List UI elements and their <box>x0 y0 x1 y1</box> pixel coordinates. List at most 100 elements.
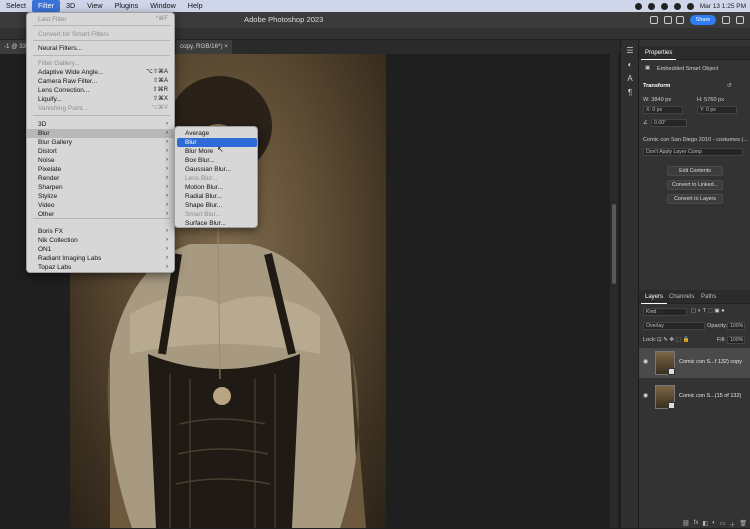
menu-item-label: Neural Filters... <box>38 45 83 52</box>
menu-item-label: Motion Blur... <box>185 184 223 191</box>
menu-help[interactable]: Help <box>182 0 209 12</box>
panel-icon-strip: ☰ ◐ A ¶ <box>620 40 638 528</box>
layer-kind-filter[interactable]: Kind <box>643 308 687 316</box>
filter-menu-item: Filter Gallery... <box>27 59 174 68</box>
filter-menu-item[interactable]: Video › <box>27 201 174 210</box>
blur-menu-item[interactable]: Surface Blur... <box>175 219 257 228</box>
vertical-scrollbar[interactable] <box>610 54 618 528</box>
layer-style-icon[interactable]: fx <box>694 520 699 528</box>
lock-label: Lock: <box>643 337 657 343</box>
menu-select[interactable]: Select <box>0 0 32 12</box>
blur-menu-item[interactable]: Average <box>175 129 257 138</box>
y-field[interactable]: Y: 0 px <box>697 106 737 114</box>
filter-menu-item[interactable]: Other › <box>27 210 174 219</box>
delete-layer-icon[interactable]: 🗑 <box>739 520 747 528</box>
filter-menu-item[interactable]: ON1 › <box>27 245 174 254</box>
filter-menu-item[interactable]: Pixelate › <box>27 165 174 174</box>
blur-menu-item[interactable]: Gaussian Blur... <box>175 165 257 174</box>
blur-menu-item[interactable]: Motion Blur... <box>175 183 257 192</box>
visibility-eye-icon[interactable]: ◉ <box>643 393 649 399</box>
status-icon[interactable] <box>660 2 668 10</box>
filter-menu-item[interactable]: Camera Raw Filter... ⇧⌘A <box>27 77 174 86</box>
x-field[interactable]: X: 0 px <box>643 106 683 114</box>
blur-menu-item[interactable]: Radial Blur... <box>175 192 257 201</box>
height-value[interactable]: H: 5760 px <box>697 97 724 103</box>
edit-contents-button[interactable]: Edit Contents <box>667 166 723 176</box>
workspace-icon[interactable] <box>664 16 672 24</box>
menu-item-label: Other <box>38 211 55 218</box>
control-center-icon[interactable] <box>686 2 694 10</box>
search-icon[interactable] <box>650 16 658 24</box>
cloud-icon[interactable] <box>676 16 684 24</box>
menu-clock[interactable]: Mar 13 1:25 PM <box>700 3 746 10</box>
status-icon[interactable] <box>647 2 655 10</box>
blur-menu-item[interactable]: Blur More <box>175 147 257 156</box>
adjustments-panel-icon[interactable]: ◐ <box>625 60 635 70</box>
layer-name[interactable]: Comic con S...(15 of 132) <box>679 393 741 399</box>
menu-3d[interactable]: 3D <box>60 0 81 12</box>
search-icon[interactable] <box>722 16 730 24</box>
tab-properties[interactable]: Properties <box>641 46 677 60</box>
filter-menu-item[interactable]: Distort › <box>27 147 174 156</box>
layer-thumbnail[interactable] <box>655 385 675 409</box>
share-button[interactable]: Share <box>690 15 716 25</box>
layer-row[interactable]: ◉ Comic con S...(15 of 132) <box>639 382 750 412</box>
properties-panel-icon[interactable]: ☰ <box>625 46 635 56</box>
visibility-eye-icon[interactable]: ◉ <box>643 359 649 365</box>
layer-comp-select[interactable]: Don't Apply Layer Comp <box>643 148 743 156</box>
fill-label: Fill: <box>717 337 726 343</box>
menu-shortcut: ⇧⌘A <box>152 78 168 84</box>
filter-menu-item[interactable]: Blur › <box>27 129 174 138</box>
filter-menu-item[interactable]: Topaz Labs › <box>27 263 174 272</box>
document-tab-active[interactable]: copy, RGB/16*) × <box>176 40 232 54</box>
filter-menu-item[interactable]: Noise › <box>27 156 174 165</box>
convert-to-layers-button[interactable]: Convert to Layers <box>667 194 723 204</box>
link-layers-icon[interactable]: ⛓ <box>682 520 690 528</box>
fill-field[interactable]: 100% <box>727 336 745 344</box>
reset-transform-icon[interactable]: ↺ <box>727 83 732 89</box>
filter-menu-item[interactable]: Adaptive Wide Angle... ⌥⇧⌘A <box>27 68 174 77</box>
blur-menu-item[interactable]: Shape Blur... <box>175 201 257 210</box>
blend-mode-select[interactable]: Overlay <box>643 322 705 330</box>
add-mask-icon[interactable]: ◧ <box>702 520 708 528</box>
paragraph-panel-icon[interactable]: ¶ <box>625 88 635 98</box>
layer-row[interactable]: ◉ Comic con S...f 132) copy <box>639 348 750 378</box>
layer-filter-icons[interactable]: ▢ ◐ T ⬚ ▣ ● <box>691 308 725 314</box>
convert-to-linked-button[interactable]: Convert to Linked... <box>667 180 723 190</box>
filter-menu-item[interactable]: Stylize › <box>27 192 174 201</box>
filter-menu-item[interactable]: Lens Correction... ⇧⌘R <box>27 86 174 95</box>
tab-paths[interactable]: Paths <box>697 290 720 304</box>
workspace-icon[interactable] <box>736 16 744 24</box>
scrollbar-thumb[interactable] <box>612 204 616 284</box>
menu-plugins[interactable]: Plugins <box>109 0 145 12</box>
menu-view[interactable]: View <box>81 0 108 12</box>
filter-menu-item[interactable]: Render › <box>27 174 174 183</box>
status-icon[interactable] <box>634 2 642 10</box>
filter-menu-item[interactable]: 3D › <box>27 120 174 129</box>
new-group-icon[interactable]: ▭ <box>720 520 726 528</box>
filter-menu-item[interactable]: Radiant Imaging Labs › <box>27 254 174 263</box>
tab-layers[interactable]: Layers <box>641 290 668 304</box>
layer-thumbnail[interactable] <box>655 351 675 375</box>
width-value[interactable]: W: 3840 px <box>643 97 671 103</box>
layer-name[interactable]: Comic con S...f 132) copy <box>679 359 742 365</box>
layers-bottom-toolbar: ⛓ fx ◧ ◐ ▭ ＋ 🗑 <box>639 520 750 529</box>
wifi-icon[interactable] <box>673 2 681 10</box>
angle-field[interactable]: 0.00° <box>651 119 687 127</box>
filter-menu-item[interactable]: Neural Filters... <box>27 44 174 53</box>
filter-menu-item[interactable]: Blur Gallery › <box>27 138 174 147</box>
filter-menu-item[interactable]: Nik Collection › <box>27 236 174 245</box>
character-panel-icon[interactable]: A <box>625 74 635 84</box>
tab-channels[interactable]: Channels <box>665 290 698 304</box>
opacity-field[interactable]: 100% <box>727 322 745 330</box>
new-layer-icon[interactable]: ＋ <box>729 520 735 529</box>
smart-object-badge-icon <box>668 368 675 375</box>
filter-menu-item[interactable]: Sharpen › <box>27 183 174 192</box>
menu-filter[interactable]: Filter <box>31 0 60 12</box>
menu-window[interactable]: Window <box>144 0 182 12</box>
adjustment-layer-icon[interactable]: ◐ <box>712 520 716 528</box>
filter-menu-item[interactable]: Boris FX › <box>27 227 174 236</box>
filter-menu-item[interactable]: Liquify... ⇧⌘X <box>27 95 174 104</box>
blur-menu-item[interactable]: Box Blur... <box>175 156 257 165</box>
lock-icons[interactable]: ⊡ ✎ ✥ ⬚ 🔒 <box>657 337 690 343</box>
